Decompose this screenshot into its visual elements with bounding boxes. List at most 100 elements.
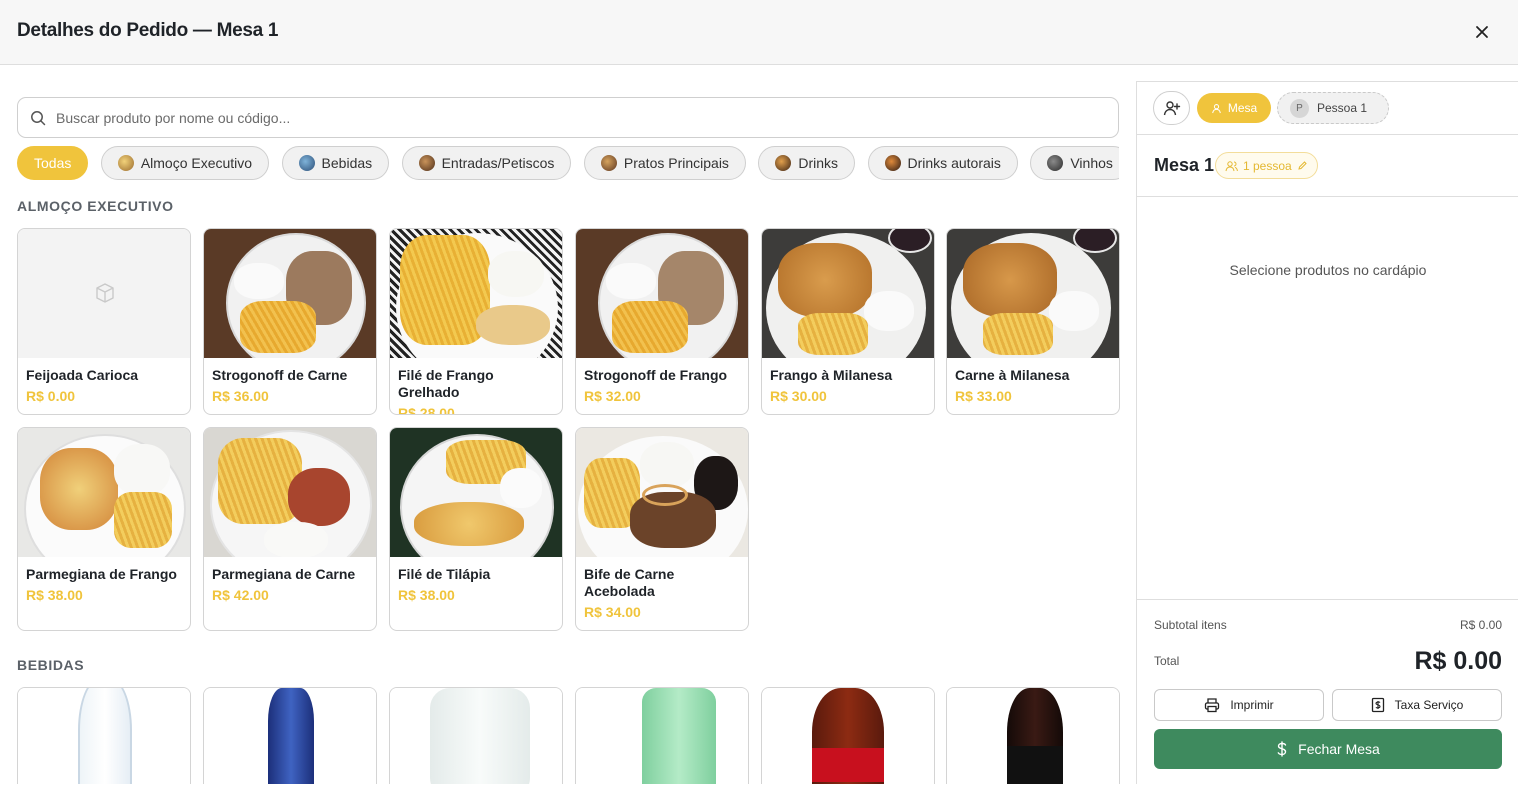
subtotal-label: Subtotal itens: [1154, 618, 1227, 632]
category-chip-vinhos[interactable]: Vinhos: [1030, 146, 1119, 180]
product-name: Carne à Milanesa: [955, 367, 1070, 383]
close-table-button[interactable]: Fechar Mesa: [1154, 729, 1502, 769]
category-chip-bebidas[interactable]: Bebidas: [281, 146, 390, 180]
subtotal-value: R$ 0.00: [1459, 618, 1502, 632]
product-image: [18, 688, 190, 784]
dialog-header: Detalhes do Pedido — Mesa 1: [0, 0, 1518, 65]
category-label: Pratos Principais: [623, 155, 729, 171]
product-image: [18, 428, 190, 557]
order-tabs: Mesa P Pessoa 1: [1137, 82, 1518, 135]
category-thumbnail: [117, 155, 134, 171]
tab-pessoa-label: Pessoa 1: [1317, 101, 1368, 115]
product-image: [204, 428, 376, 557]
category-label: Drinks autorais: [907, 155, 1001, 171]
product-price: R$ 0.00: [26, 388, 76, 404]
category-chip-drinks-autorais[interactable]: Drinks autorais: [867, 146, 1018, 180]
category-chip-todas[interactable]: Todas: [17, 146, 89, 180]
product-image-placeholder: [18, 229, 190, 358]
search-box[interactable]: [17, 97, 1119, 138]
product-card[interactable]: Bife de Carne Acebolada R$ 34.00: [575, 427, 749, 631]
product-card[interactable]: Feijoada Carioca R$ 0.00: [17, 228, 191, 415]
product-name: Parmegiana de Frango: [26, 566, 177, 582]
product-card[interactable]: Carne à Milanesa R$ 33.00: [946, 228, 1120, 415]
product-card[interactable]: [946, 687, 1120, 784]
tab-mesa[interactable]: Mesa: [1197, 93, 1271, 123]
close-table-label: Fechar Mesa: [1298, 741, 1380, 757]
product-image: [390, 428, 562, 557]
product-image: [576, 428, 748, 557]
product-price: R$ 28.00: [398, 405, 455, 415]
people-count-label: 1 pessoa: [1243, 158, 1292, 173]
product-price: R$ 38.00: [26, 587, 83, 603]
product-card[interactable]: Strogonoff de Frango R$ 32.00: [575, 228, 749, 415]
product-image: [390, 688, 562, 784]
category-label: Drinks: [798, 155, 839, 171]
product-card[interactable]: Frango à Milanesa R$ 30.00: [761, 228, 935, 415]
avatar: P: [1290, 98, 1309, 118]
product-card[interactable]: Parmegiana de Frango R$ 38.00: [17, 427, 191, 631]
menu-panel: Todas Almoço Executivo Bebidas Entradas/…: [0, 65, 1136, 784]
category-label: Todas: [34, 155, 72, 171]
people-count-badge[interactable]: 1 pessoa: [1215, 152, 1318, 179]
print-label: Imprimir: [1230, 698, 1274, 712]
close-button[interactable]: [1468, 18, 1496, 46]
total-label: Total: [1154, 654, 1180, 668]
category-filter-bar: Todas Almoço Executivo Bebidas Entradas/…: [17, 146, 1119, 181]
total-value: R$ 0.00: [1414, 647, 1502, 675]
pencil-icon: [1298, 161, 1307, 170]
category-chip-entradas[interactable]: Entradas/Petiscos: [401, 146, 572, 180]
receipt-icon: [1371, 697, 1384, 713]
category-label: Bebidas: [321, 155, 373, 171]
category-chip-almoco-executivo[interactable]: Almoço Executivo: [100, 146, 270, 180]
product-image: [204, 688, 376, 784]
product-name: Strogonoff de Frango: [584, 367, 728, 383]
product-card[interactable]: [761, 687, 935, 784]
product-name: Bife de Carne Acebolada: [584, 566, 675, 599]
product-card[interactable]: Strogonoff de Carne R$ 36.00: [203, 228, 377, 415]
user-plus-icon: [1163, 101, 1180, 116]
section-title: ALMOÇO EXECUTIVO: [17, 198, 174, 214]
product-card[interactable]: [203, 687, 377, 784]
close-icon: [1476, 26, 1488, 38]
product-image: [576, 688, 748, 784]
tab-pessoa-1[interactable]: P Pessoa 1: [1277, 92, 1389, 124]
add-person-button[interactable]: [1153, 91, 1190, 125]
product-card[interactable]: [389, 687, 563, 784]
category-chip-drinks[interactable]: Drinks: [758, 146, 856, 180]
order-header: Mesa 1 1 pessoa: [1137, 135, 1518, 197]
product-image: [947, 229, 1119, 358]
product-card[interactable]: Filé de Tilápia R$ 38.00: [389, 427, 563, 631]
product-card[interactable]: Filé de Frango Grelhado R$ 28.00: [389, 228, 563, 415]
service-fee-button[interactable]: Taxa Serviço: [1332, 689, 1502, 721]
product-image: [390, 229, 562, 358]
table-title: Mesa 1: [1154, 155, 1215, 175]
category-thumbnail: [600, 155, 617, 171]
product-card[interactable]: Parmegiana de Carne R$ 42.00: [203, 427, 377, 631]
product-name: Parmegiana de Carne: [212, 566, 356, 582]
product-image: [204, 229, 376, 358]
page-title: Detalhes do Pedido — Mesa 1: [17, 20, 279, 41]
category-label: Entradas/Petiscos: [441, 155, 555, 171]
section-title: BEBIDAS: [17, 657, 85, 673]
product-card[interactable]: [575, 687, 749, 784]
order-summary: Subtotal itens R$ 0.00 Total R$ 0.00 Imp…: [1137, 599, 1518, 785]
users-icon: [1225, 160, 1238, 171]
product-price: R$ 36.00: [212, 388, 269, 404]
printer-icon: [1205, 698, 1220, 713]
print-button[interactable]: Imprimir: [1154, 689, 1324, 721]
category-chip-pratos-principais[interactable]: Pratos Principais: [583, 146, 746, 180]
category-thumbnail: [775, 155, 792, 171]
category-thumbnail: [884, 155, 901, 171]
service-fee-label: Taxa Serviço: [1394, 698, 1464, 712]
package-icon: [96, 283, 114, 303]
product-card[interactable]: [17, 687, 191, 784]
order-panel: Mesa P Pessoa 1 Mesa 1 1 pessoa Selecion…: [1136, 81, 1518, 784]
product-price: R$ 32.00: [584, 388, 641, 404]
search-icon: [31, 110, 46, 125]
product-price: R$ 34.00: [584, 604, 641, 620]
product-price: R$ 33.00: [955, 388, 1012, 404]
bottle-label-graphic: [452, 722, 504, 762]
search-input[interactable]: [56, 109, 1056, 126]
category-label: Almoço Executivo: [140, 155, 253, 171]
product-image: [762, 229, 934, 358]
